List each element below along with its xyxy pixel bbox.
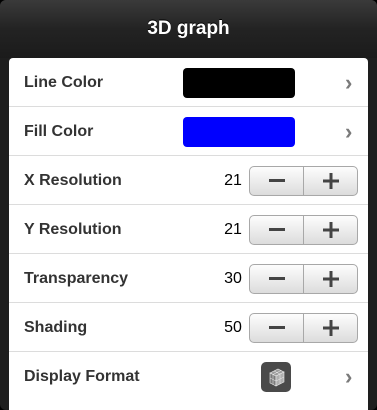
fill-color-swatch[interactable] bbox=[183, 117, 295, 147]
plus-icon bbox=[322, 320, 339, 336]
plus-icon bbox=[322, 222, 339, 238]
minus-icon bbox=[268, 179, 285, 182]
shading-row: Shading 50 bbox=[9, 303, 368, 352]
row-label: Display Format bbox=[24, 368, 140, 385]
row-label: Transparency bbox=[24, 270, 129, 287]
display-format-row[interactable]: Display Format › bbox=[9, 352, 368, 401]
transparency-stepper bbox=[249, 264, 358, 294]
minus-icon bbox=[268, 326, 285, 329]
page-title: 3D graph bbox=[147, 18, 230, 39]
row-label: Shading bbox=[24, 319, 88, 336]
row-label: Fill Color bbox=[24, 123, 94, 140]
increment-button[interactable] bbox=[304, 216, 357, 244]
x-resolution-value: 21 bbox=[224, 172, 242, 189]
decrement-button[interactable] bbox=[250, 265, 304, 293]
line-color-swatch[interactable] bbox=[183, 68, 295, 98]
minus-icon bbox=[268, 228, 285, 231]
y-resolution-stepper bbox=[249, 215, 358, 245]
chevron-right-icon: › bbox=[345, 119, 353, 144]
increment-button[interactable] bbox=[304, 167, 357, 195]
row-label: Line Color bbox=[24, 74, 104, 91]
transparency-row: Transparency 30 bbox=[9, 254, 368, 303]
increment-button[interactable] bbox=[304, 314, 357, 342]
plus-icon bbox=[322, 173, 339, 189]
plus-icon bbox=[322, 271, 339, 287]
increment-button[interactable] bbox=[304, 265, 357, 293]
title-bar: 3D graph bbox=[0, 0, 377, 58]
decrement-button[interactable] bbox=[250, 216, 304, 244]
y-resolution-value: 21 bbox=[224, 221, 242, 238]
shading-stepper bbox=[249, 313, 358, 343]
wireframe-surface-icon bbox=[261, 362, 291, 392]
line-color-row[interactable]: Line Color › bbox=[9, 58, 368, 107]
decrement-button[interactable] bbox=[250, 314, 304, 342]
fill-color-row[interactable]: Fill Color › bbox=[9, 107, 368, 156]
settings-list: Line Color › Fill Color › X Resolution 2… bbox=[9, 58, 368, 410]
minus-icon bbox=[268, 277, 285, 280]
y-resolution-row: Y Resolution 21 bbox=[9, 205, 368, 254]
shading-value: 50 bbox=[224, 319, 242, 336]
x-resolution-stepper bbox=[249, 166, 358, 196]
transparency-value: 30 bbox=[224, 270, 242, 287]
chevron-right-icon: › bbox=[345, 70, 353, 95]
row-label: Y Resolution bbox=[24, 221, 122, 238]
decrement-button[interactable] bbox=[250, 167, 304, 195]
chevron-right-icon: › bbox=[345, 364, 353, 389]
graph-settings-panel: 3D graph Line Color › Fill Color › X Res… bbox=[0, 0, 377, 410]
row-label: X Resolution bbox=[24, 172, 122, 189]
x-resolution-row: X Resolution 21 bbox=[9, 156, 368, 205]
